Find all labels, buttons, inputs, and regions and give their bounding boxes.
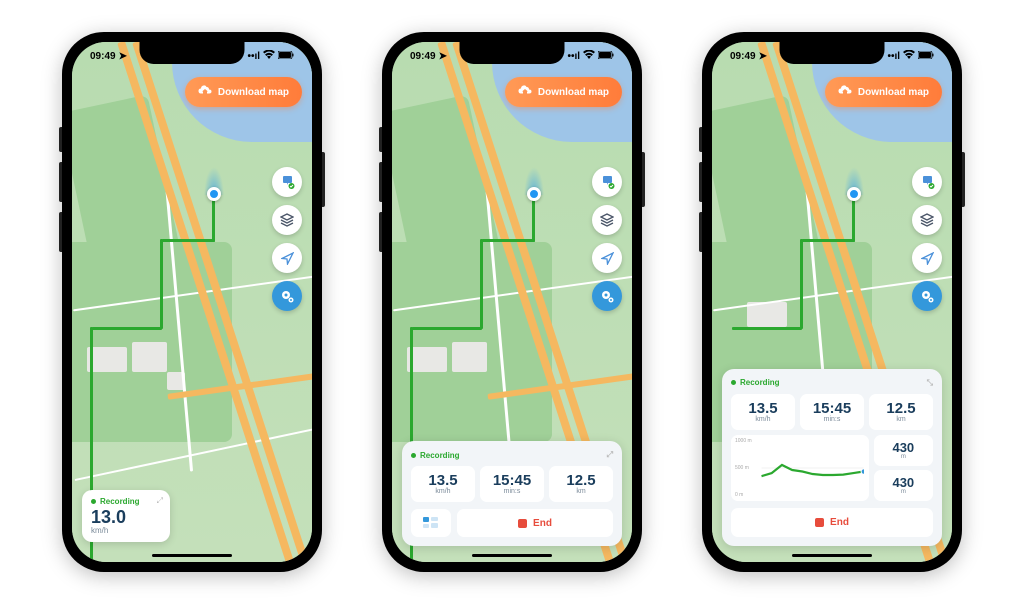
download-map-button[interactable]: Download map [825, 77, 942, 107]
collapse-icon[interactable]: ⤡ [927, 378, 933, 388]
elevation-gain-stat: 430 m [874, 435, 933, 466]
location-icon: ➤ [759, 51, 767, 62]
user-location-dot [527, 187, 541, 201]
poi-check-button[interactable] [592, 167, 622, 197]
user-location-dot [207, 187, 221, 201]
status-time: 09:49 [90, 51, 116, 62]
home-indicator[interactable] [472, 554, 552, 557]
speed-stat: 13.5 km/h [411, 466, 475, 502]
distance-stat: 12.5 km [869, 394, 933, 430]
distance-stat: 12.5 km [549, 466, 613, 502]
signal-icon: ••ıl [567, 51, 580, 62]
wifi-icon [583, 50, 595, 62]
map-side-controls [912, 167, 942, 311]
signal-icon: ••ıl [887, 51, 900, 62]
wifi-icon [903, 50, 915, 62]
poi-check-button[interactable] [912, 167, 942, 197]
phone-mockup-medium: 09:49 ➤ ••ıl [382, 32, 642, 572]
cloud-download-icon [518, 85, 532, 99]
location-icon: ➤ [119, 51, 127, 62]
notch [780, 42, 885, 64]
end-recording-button[interactable]: End [731, 508, 933, 537]
cloud-download-icon [838, 85, 852, 99]
battery-icon [598, 51, 614, 62]
record-settings-button[interactable] [592, 281, 622, 311]
time-stat: 15:45 min:s [480, 466, 544, 502]
recording-status: Recording [91, 497, 161, 506]
layers-button[interactable] [272, 205, 302, 235]
wifi-icon [263, 50, 275, 62]
recording-panel-large[interactable]: Recording ⤡ 13.5 km/h 15:45 min:s 12.5 k… [722, 369, 942, 546]
elevation-chart[interactable]: 1000 m 500 m 0 m [731, 435, 869, 501]
expand-icon[interactable]: ⤢ [607, 450, 613, 460]
layers-button[interactable] [912, 205, 942, 235]
status-time: 09:49 [730, 51, 756, 62]
stop-icon [518, 519, 527, 528]
recording-dot-icon [411, 453, 416, 458]
end-recording-button[interactable]: End [457, 509, 613, 537]
speed-value: 13.0 [91, 508, 161, 526]
battery-icon [278, 51, 294, 62]
speed-unit: km/h [91, 526, 161, 535]
recording-dot-icon [731, 380, 736, 385]
cloud-download-icon [198, 85, 212, 99]
phone-mockup-large: 09:49 ➤ ••ıl D [702, 32, 962, 572]
notch [460, 42, 565, 64]
view-mode-button[interactable] [411, 509, 451, 537]
map-side-controls [272, 167, 302, 311]
status-time: 09:49 [410, 51, 436, 62]
location-icon: ➤ [439, 51, 447, 62]
download-map-button[interactable]: Download map [185, 77, 302, 107]
expand-icon[interactable]: ⤢ [157, 496, 163, 506]
download-map-button[interactable]: Download map [505, 77, 622, 107]
home-indicator[interactable] [152, 554, 232, 557]
notch [140, 42, 245, 64]
phone-mockup-minimal: 09:49 ➤ ••ıl [62, 32, 322, 572]
recording-panel-minimal[interactable]: ⤢ Recording 13.0 km/h [82, 490, 170, 542]
user-location-dot [847, 187, 861, 201]
battery-icon [918, 51, 934, 62]
recording-status: Recording ⤢ [411, 450, 613, 460]
speed-stat: 13.5 km/h [731, 394, 795, 430]
stop-icon [815, 518, 824, 527]
recording-panel-medium[interactable]: Recording ⤢ 13.5 km/h 15:45 min:s 12.5 k… [402, 441, 622, 546]
locate-button[interactable] [592, 243, 622, 273]
home-indicator[interactable] [792, 554, 872, 557]
poi-check-button[interactable] [272, 167, 302, 197]
layers-button[interactable] [592, 205, 622, 235]
locate-button[interactable] [272, 243, 302, 273]
map-side-controls [592, 167, 622, 311]
record-settings-button[interactable] [272, 281, 302, 311]
recording-status: Recording ⤡ [731, 378, 933, 388]
recording-dot-icon [91, 499, 96, 504]
elevation-current-stat: 430 m [874, 470, 933, 501]
time-stat: 15:45 min:s [800, 394, 864, 430]
locate-button[interactable] [912, 243, 942, 273]
signal-icon: ••ıl [247, 51, 260, 62]
record-settings-button[interactable] [912, 281, 942, 311]
